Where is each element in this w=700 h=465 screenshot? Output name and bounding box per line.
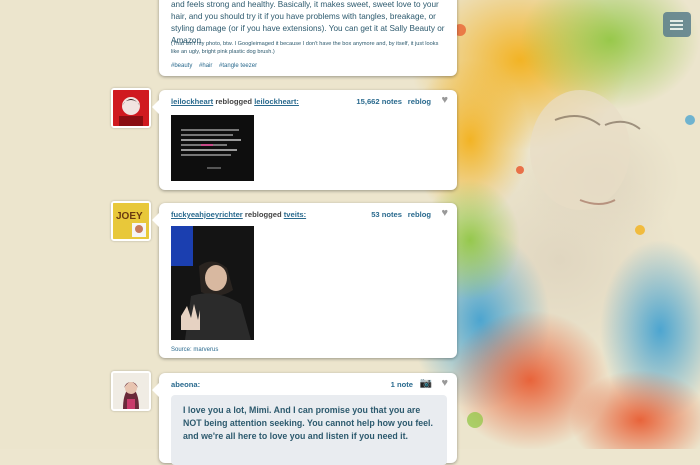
- tag-hair[interactable]: #hair: [199, 63, 212, 69]
- post-tags: #beauty #hair #tangle teezer: [171, 63, 262, 69]
- post-abeona: abeona: 1 note 📷 ♥ I love you a lot, Mim…: [152, 373, 457, 465]
- source-user-link[interactable]: leilockheart:: [254, 97, 299, 106]
- quote-image: [171, 115, 254, 181]
- user-link[interactable]: leilockheart: [171, 97, 213, 106]
- user-link[interactable]: abeona:: [171, 380, 200, 389]
- source-user-link[interactable]: tveits:: [284, 210, 306, 219]
- avatar-image: [113, 90, 149, 126]
- post-hair: and feels strong and healthy. Basically,…: [159, 0, 457, 76]
- avatar-leilockheart[interactable]: [111, 88, 151, 128]
- menu-button[interactable]: [663, 12, 691, 37]
- tag-beauty[interactable]: #beauty: [171, 63, 192, 69]
- avatar-image: JOEY: [113, 203, 149, 239]
- heart-icon[interactable]: ♥: [441, 208, 448, 219]
- post-image[interactable]: [171, 226, 254, 340]
- camera-icon[interactable]: 📷: [420, 378, 432, 389]
- heart-icon[interactable]: ♥: [441, 95, 448, 106]
- source-label[interactable]: Source: marverus: [171, 347, 218, 353]
- action-text: reblogged: [244, 210, 282, 219]
- photo-image: [171, 226, 254, 340]
- post-header: leilockheart reblogged leilockheart:: [171, 97, 299, 106]
- action-text: reblogged: [215, 97, 253, 106]
- avatar-image: [113, 373, 149, 409]
- post-note-text: (That isn't my photo, btw. I Googleimage…: [171, 41, 439, 55]
- quote-text: I love you a lot, Mimi. And I can promis…: [183, 405, 433, 442]
- reblog-button[interactable]: reblog: [408, 210, 431, 219]
- tag-tangle-teezer[interactable]: #tangle teezer: [219, 63, 257, 69]
- notes-count[interactable]: 1 note: [391, 380, 413, 389]
- avatar-fuckyeahjoeyrichter[interactable]: JOEY: [111, 201, 151, 241]
- menu-icon: [670, 20, 683, 22]
- avatar-text: JOEY: [116, 211, 143, 222]
- avatar-abeona[interactable]: [111, 371, 151, 411]
- notes-count[interactable]: 15,662 notes: [356, 97, 402, 106]
- notes-count[interactable]: 53 notes: [371, 210, 402, 219]
- post-header: fuckyeahjoeyrichter reblogged tveits:: [171, 210, 306, 219]
- quote-block: I love you a lot, Mimi. And I can promis…: [171, 395, 447, 465]
- user-link[interactable]: fuckyeahjoeyrichter: [171, 210, 243, 219]
- post-header: abeona:: [171, 380, 200, 389]
- post-fuckyeahjoeyrichter: fuckyeahjoeyrichter reblogged tveits: 53…: [152, 203, 457, 358]
- reblog-button[interactable]: reblog: [408, 97, 431, 106]
- post-image[interactable]: [171, 115, 254, 181]
- post-leilockheart: leilockheart reblogged leilockheart: 15,…: [152, 90, 457, 190]
- heart-icon[interactable]: ♥: [441, 378, 448, 389]
